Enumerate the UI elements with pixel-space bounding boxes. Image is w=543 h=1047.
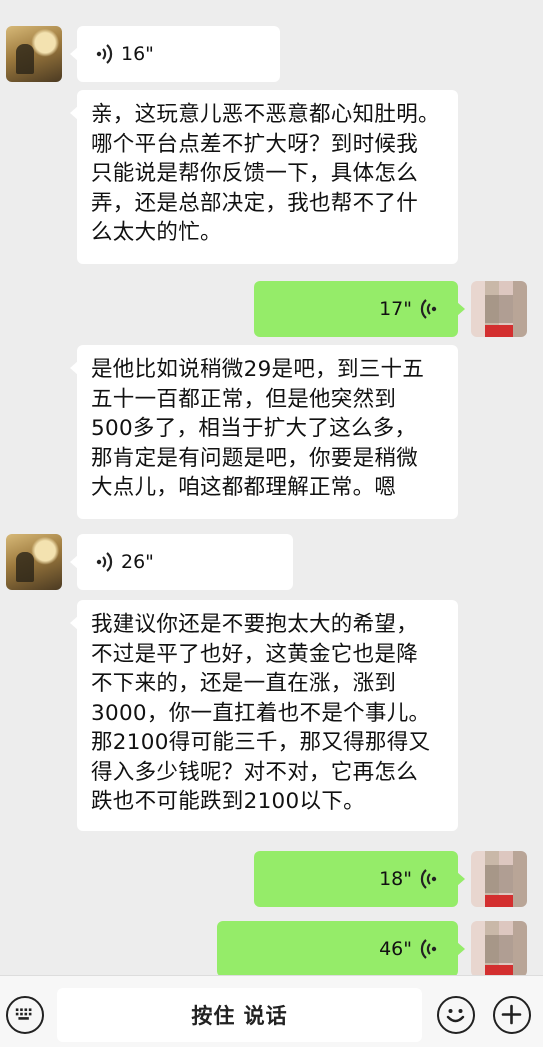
voice-wave-icon — [420, 299, 437, 319]
contact-avatar[interactable] — [6, 26, 62, 82]
contact-avatar[interactable] — [6, 534, 62, 590]
voice-wave-icon — [96, 552, 113, 572]
voice-duration: 26" — [121, 551, 154, 573]
voice-message-out[interactable]: 18" — [254, 851, 465, 907]
voice-duration: 16" — [121, 43, 154, 65]
voice-duration: 46" — [379, 938, 412, 960]
voice-wave-icon — [420, 869, 437, 889]
text-message-in[interactable]: 我建议你还是不要抱太大的希望， 不过是平了也好，这黄金它也是降 不下来的，还是一… — [70, 600, 458, 831]
text-message-in[interactable]: 是他比如说稍微29是吧，到三十五 五十一百都正常，但是他突然到 500多了，相当… — [70, 345, 458, 519]
hold-to-talk-button[interactable]: 按住 说话 — [57, 988, 422, 1042]
my-avatar[interactable] — [471, 921, 527, 977]
voice-duration: 18" — [379, 868, 412, 890]
emoji-icon[interactable] — [437, 996, 475, 1034]
voice-wave-icon — [96, 44, 113, 64]
my-avatar[interactable] — [471, 851, 527, 907]
keyboard-icon[interactable] — [6, 996, 44, 1034]
voice-message-out[interactable]: 17" — [254, 281, 465, 337]
chat-input-bar: 按住 说话 — [0, 975, 543, 1047]
voice-wave-icon — [420, 939, 437, 959]
voice-message-out[interactable]: 46" — [217, 921, 465, 977]
voice-message-in[interactable]: 26" — [70, 534, 293, 590]
voice-message-in[interactable]: 16" — [70, 26, 280, 82]
my-avatar[interactable] — [471, 281, 527, 337]
plus-icon[interactable] — [493, 996, 531, 1034]
voice-duration: 17" — [379, 298, 412, 320]
text-message-in[interactable]: 亲，这玩意儿恶不恶意都心知肚明。 哪个平台点差不扩大呀？到时候我 只能说是帮你反… — [70, 90, 458, 264]
